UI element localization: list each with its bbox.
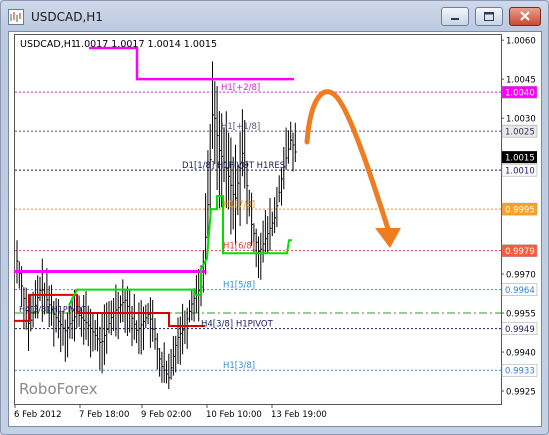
level-price-text: 0.9979 [505,247,535,257]
price-tick-label: 1.0060 [506,37,536,47]
window-title: USDCAD,H1 [31,10,103,24]
left-level-label: H4[3/8] H1PIVOT [19,305,87,314]
time-axis-label: 7 Feb 18:00 [79,410,129,420]
level-label: H1[3/8] [223,361,255,371]
watermark-logo: RoboForex [19,380,98,398]
minimize-button[interactable] [441,7,469,26]
time-axis-label: 9 Feb 02:00 [141,410,191,420]
level-label: H1[+1/8] [221,122,260,132]
level-price-text: 0.9933 [505,367,535,377]
price-tick-label: 1.0030 [506,115,536,125]
time-axis-label: 10 Feb 10:00 [206,410,262,420]
minimize-icon [451,18,459,20]
chart-symbol-label: USDCAD,H1 [20,39,77,50]
chart-client-area[interactable]: H1[+2/8] H1[+1/8] D1[1/8] H1PIVOT H1RES H1[… [8,31,542,427]
level-label: H4[3/8] H1PIVOT [201,320,274,330]
time-axis-label: 13 Feb 19:00 [271,410,327,420]
price-tick-label: 0.9940 [506,349,536,359]
price-badges: 1.0040 1.0025 1.0010 0.9995 0.9979 0.9964 0.99… [501,85,538,377]
level-price-text: 0.9949 [505,325,535,335]
level-price-text: 1.0040 [505,89,535,99]
time-axis-label: 6 Feb 2012 [14,410,62,420]
level-price-text: 1.0025 [505,128,535,138]
close-icon [520,11,530,21]
price-tick-label: 0.9955 [506,310,536,320]
price-tick-label: 0.9970 [506,271,536,281]
title-bar[interactable]: USDCAD,H1 [1,1,548,31]
price-tick-label: 1.0045 [506,76,536,86]
level-price-text: 1.0010 [505,167,535,177]
price-tick-label: 0.9925 [506,388,536,398]
maximize-button[interactable] [475,7,503,26]
level-price-text: 0.9995 [505,206,535,216]
level-label: H1[7/8] [223,200,255,210]
level-label: H1[5/8] [223,281,255,291]
current-price-text: 1.0015 [505,154,535,164]
close-button[interactable] [509,7,541,26]
chart-window: USDCAD,H1 H1[+2/8] H1[+1/8] D1[1/8] H1PIVO… [0,0,549,435]
level-price-text: 0.9964 [505,286,535,296]
maximize-icon [484,12,494,21]
level-label: H1[6/8] [223,242,255,252]
level-label: H1[+2/8] [221,83,260,93]
ohlc-readout: 1.0017 1.0017 1.0014 1.0015 [75,39,217,50]
level-label: D1[1/8] H1PIVOT H1RES [182,161,285,171]
time-axis: 6 Feb 2012 7 Feb 18:00 9 Feb 02:00 10 Feb 1… [14,404,327,420]
chart-app-icon [8,9,24,25]
price-chart[interactable]: H1[+2/8] H1[+1/8] D1[1/8] H1PIVOT H1RES H1[… [9,32,541,426]
